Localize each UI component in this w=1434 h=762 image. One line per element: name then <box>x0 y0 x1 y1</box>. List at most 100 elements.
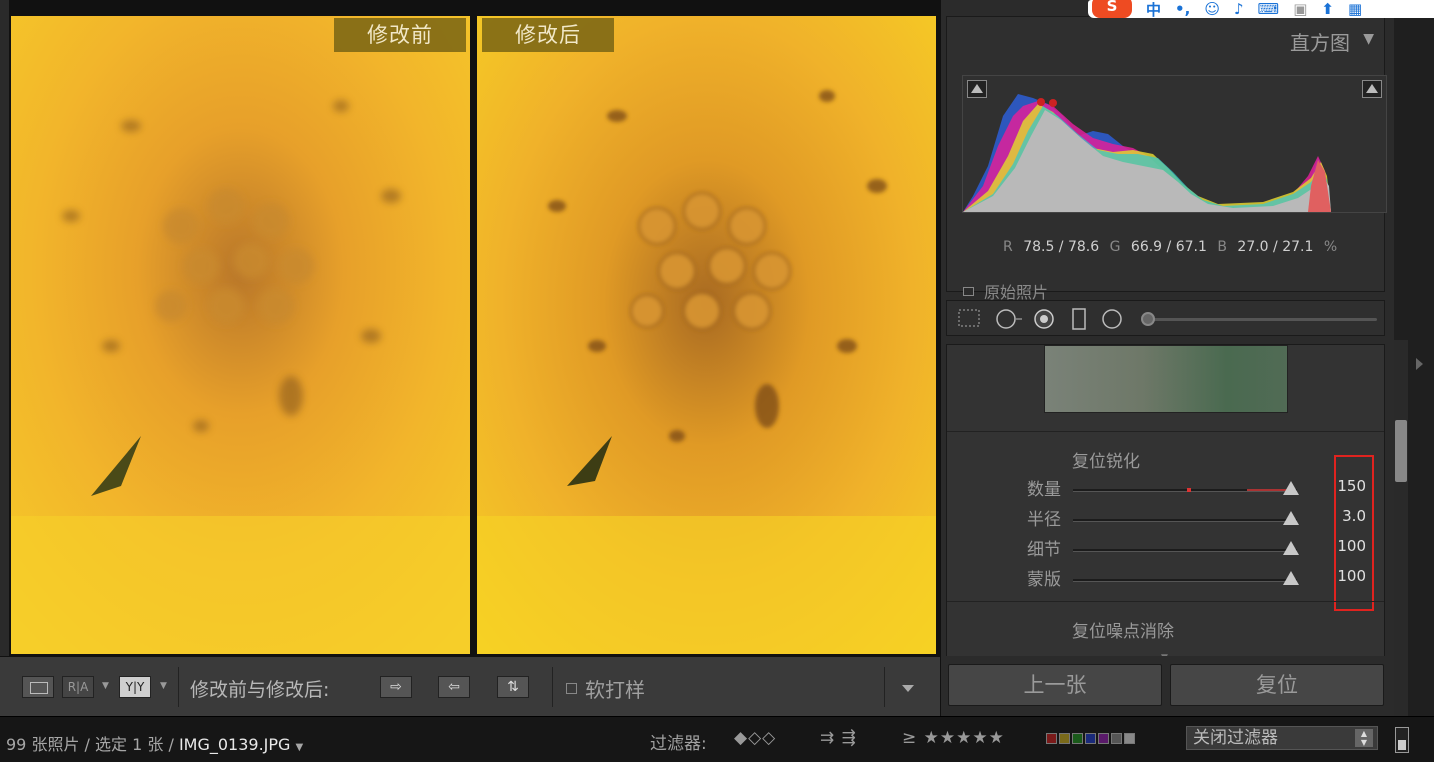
before-after-label: 修改前与修改后: <box>190 679 330 701</box>
detail-label: 细节 <box>1027 540 1061 560</box>
photo-before[interactable]: 修改前 <box>11 16 470 654</box>
spot-removal-icon[interactable] <box>995 308 1023 335</box>
filter-lock-icon[interactable] <box>1395 727 1409 753</box>
radial-filter-icon[interactable] <box>1101 308 1123 335</box>
adjustment-brush-knob[interactable] <box>1141 312 1155 326</box>
masking-knob[interactable] <box>1283 571 1299 585</box>
before-after-preview: 修改前 修改后 <box>0 0 940 656</box>
slider-masking[interactable]: 蒙版 100 <box>947 565 1384 595</box>
percent-unit: % <box>1323 239 1338 255</box>
color-chip-blue[interactable] <box>1085 733 1096 744</box>
flag-filter-icons[interactable]: ◆◇◇ <box>734 728 776 748</box>
toolbar-separator <box>552 667 553 707</box>
swap-before-after-button[interactable]: ⇅ <box>497 676 529 698</box>
graduated-filter-icon[interactable] <box>1071 308 1087 335</box>
view-menu-caret-icon[interactable]: ▼ <box>102 681 109 691</box>
filename-caret-icon[interactable]: ▼ <box>296 742 304 753</box>
rating-stars[interactable]: ★★★★★ <box>924 728 1005 748</box>
ime-language[interactable]: 中 <box>1146 0 1161 20</box>
crop-overlay-icon[interactable] <box>957 308 981 333</box>
color-chip-purple[interactable] <box>1098 733 1109 744</box>
ime-menu-icon[interactable]: ▦ <box>1348 0 1362 18</box>
ime-logo[interactable]: S <box>1092 0 1132 18</box>
rating-prefix: ≥ <box>902 728 918 748</box>
copy-after-to-before-button[interactable]: ⇦ <box>438 676 470 698</box>
slider-detail[interactable]: 细节 100 <box>947 535 1384 565</box>
filter-label: 过滤器: <box>650 734 707 754</box>
current-filename[interactable]: IMG_0139.JPG <box>179 735 291 754</box>
panel-scrollbar-track[interactable] <box>1394 340 1408 716</box>
filter-preset-select[interactable]: 关闭过滤器 ▲ ▼ <box>1186 726 1378 750</box>
radius-knob[interactable] <box>1283 511 1299 525</box>
reset-sharpening-label[interactable]: 复位锐化 <box>1072 447 1140 472</box>
ime-keyboard-icon[interactable]: ⌨ <box>1258 0 1280 18</box>
b-value: 27.0 / 27.1 <box>1237 239 1314 255</box>
r-value: 78.5 / 78.6 <box>1023 239 1100 255</box>
copy-filter-icons[interactable]: ⇉ ⇶ <box>820 728 857 748</box>
radius-track[interactable] <box>1073 519 1297 522</box>
soft-proof-toggle[interactable]: 软打样 <box>566 674 645 703</box>
shadow-clipping-toggle[interactable] <box>967 80 987 98</box>
detail-track[interactable] <box>1073 549 1297 552</box>
masking-label: 蒙版 <box>1027 570 1061 590</box>
after-label: 修改后 <box>482 18 614 52</box>
slider-radius[interactable]: 半径 3.0 <box>947 505 1384 535</box>
collapse-right-panel-icon[interactable] <box>1416 358 1423 370</box>
original-photo-checkbox[interactable] <box>963 286 974 296</box>
ime-voice-icon[interactable]: ♪ <box>1234 0 1244 18</box>
loupe-view-button[interactable] <box>22 676 54 698</box>
reset-button[interactable]: 复位 <box>1170 664 1384 706</box>
divider <box>947 601 1384 602</box>
histogram-chart <box>963 94 1331 212</box>
before-after-split-button[interactable]: Y|Y <box>119 676 151 698</box>
color-chip-red[interactable] <box>1046 733 1057 744</box>
color-chip-custom[interactable] <box>1111 733 1122 744</box>
previous-button[interactable]: 上一张 <box>948 664 1162 706</box>
adjustment-brush-slider[interactable] <box>1145 318 1377 321</box>
ime-emoji-icon[interactable]: ☺ <box>1204 0 1220 18</box>
red-eye-icon[interactable] <box>1033 308 1055 335</box>
photo-after[interactable]: 修改后 <box>477 16 936 654</box>
before-after-left-right-button[interactable]: R|A <box>62 676 94 698</box>
histogram-graph[interactable] <box>962 75 1387 213</box>
soft-proof-checkbox[interactable] <box>566 683 577 694</box>
rating-filter[interactable]: ≥ ★★★★★ <box>902 728 1005 748</box>
left-panel-edge[interactable] <box>0 0 10 656</box>
panel-collapse-icon[interactable]: ▼ <box>1363 31 1374 47</box>
split-menu-caret-icon[interactable]: ▼ <box>160 681 167 691</box>
ime-skin-icon[interactable]: ▣ <box>1293 0 1307 18</box>
toolbar-separator <box>178 667 179 707</box>
photo-count[interactable]: 99 张照片 / 选定 1 张 / <box>6 735 174 754</box>
select-arrows-icon[interactable]: ▲ ▼ <box>1355 729 1373 747</box>
color-label-filter[interactable] <box>1046 733 1135 744</box>
ime-punctuation-icon[interactable]: •, <box>1175 0 1190 18</box>
color-chip-yellow[interactable] <box>1059 733 1070 744</box>
g-value: 66.9 / 67.1 <box>1130 239 1207 255</box>
panel-bottom-buttons: 上一张 复位 <box>941 656 1395 716</box>
detail-zoom-preview[interactable] <box>1044 345 1288 413</box>
toolbar-menu-icon[interactable] <box>902 685 914 692</box>
ime-tools-icon[interactable]: ⬆ <box>1321 0 1334 18</box>
copy-before-to-after-button[interactable]: ⇨ <box>380 676 412 698</box>
masking-track[interactable] <box>1073 579 1297 582</box>
slider-amount[interactable]: 数量 150 <box>947 475 1384 505</box>
detail-knob[interactable] <box>1283 541 1299 555</box>
amount-knob[interactable] <box>1283 481 1299 495</box>
develop-toolbar: R|A ▼ Y|Y ▼ 修改前与修改后: ⇨ ⇦ ⇅ 软打样 <box>0 656 940 716</box>
highlight-clipping-toggle[interactable] <box>1362 80 1382 98</box>
filmstrip-header: 99 张照片 / 选定 1 张 / IMG_0139.JPG ▼ 过滤器: ◆◇… <box>0 716 1434 762</box>
flower-image-after <box>477 16 936 654</box>
rgb-readout: R 78.5 / 78.6 G 66.9 / 67.1 B 27.0 / 27.… <box>1003 239 1343 255</box>
radius-label: 半径 <box>1027 510 1061 530</box>
color-chip-green[interactable] <box>1072 733 1083 744</box>
amount-label: 数量 <box>1027 480 1061 500</box>
color-chip-none[interactable] <box>1124 733 1135 744</box>
histogram-panel: 直方图 ▼ R 78.5 / 78.6 G 66.9 / 67.1 B 27.0… <box>946 16 1387 302</box>
soft-proof-label: 软打样 <box>585 678 645 702</box>
g-letter: G <box>1109 239 1121 255</box>
filmstrip-info: 99 张照片 / 选定 1 张 / IMG_0139.JPG ▼ <box>6 731 303 755</box>
reset-noise-reduction-label[interactable]: 复位噪点消除 <box>1072 617 1174 642</box>
panel-scrollbar-thumb[interactable] <box>1395 420 1407 482</box>
amount-default-mark <box>1187 488 1191 492</box>
histogram-title[interactable]: 直方图 <box>1290 27 1350 56</box>
